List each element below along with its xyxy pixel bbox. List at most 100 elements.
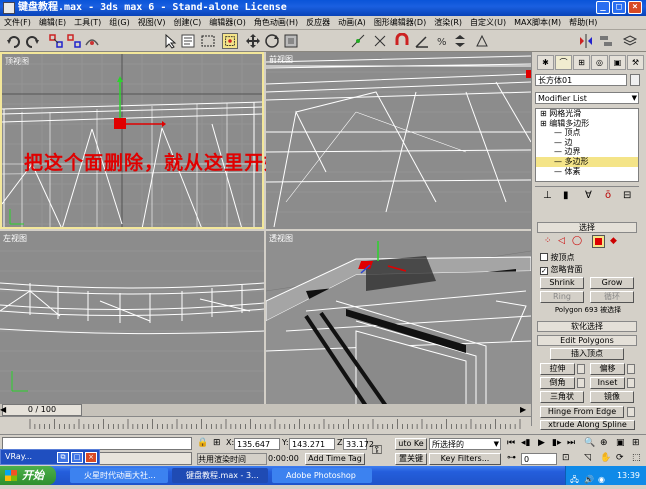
stack-item[interactable]: — 顶点 — [536, 128, 638, 138]
zoom-icon[interactable]: 🔍 — [584, 438, 595, 448]
time-slider-track[interactable]: 0 / 100 ◀ ▶ — [0, 404, 531, 416]
select-object-icon[interactable] — [162, 33, 178, 49]
window-crossing-icon[interactable] — [222, 33, 238, 49]
field-of-view-icon[interactable]: ◹ — [584, 453, 591, 463]
key-filters-button[interactable]: Key Filters... — [429, 453, 501, 465]
y-coord-field[interactable]: 143.271 — [289, 438, 335, 450]
stack-item[interactable]: — 体素 — [536, 167, 638, 177]
by-vertex-row[interactable]: 按顶点 — [540, 252, 575, 263]
selected-filter-dropdown[interactable]: 所选择的 ▼ — [429, 438, 501, 450]
next-frame-arrow-icon[interactable]: ▶ — [520, 405, 526, 414]
menu-item-2[interactable]: 工具(T) — [70, 16, 105, 30]
hinge-from-edge-button[interactable]: Hinge From Edge — [540, 406, 624, 418]
hierarchy-tab[interactable]: ⊞ — [573, 55, 590, 70]
border-mode-icon[interactable]: ◯ — [572, 236, 582, 246]
ignore-backfacing-checkbox[interactable]: ✓ — [540, 267, 548, 275]
menu-item-7[interactable]: 角色动画(H) — [250, 16, 302, 30]
by-vertex-checkbox[interactable] — [540, 253, 548, 261]
soft-selection-rollout-header[interactable]: 软化选择 — [537, 321, 637, 332]
viewport-perspective[interactable]: 透视图 — [266, 231, 531, 406]
vray-maximize-icon[interactable]: □ — [71, 452, 83, 463]
outline-button[interactable]: 偏移 — [590, 363, 625, 375]
pan-icon[interactable]: ✋ — [600, 453, 611, 463]
menu-item-4[interactable]: 视图(V) — [134, 16, 170, 30]
track-bar[interactable] — [0, 416, 531, 434]
selection-rollout-header[interactable]: 选择 — [537, 222, 637, 233]
viewport-left[interactable]: 左视图 — [0, 231, 264, 406]
stack-item[interactable]: ⊞ 编辑多边形 — [536, 119, 638, 129]
object-color-swatch[interactable] — [630, 74, 640, 86]
close-button[interactable]: × — [628, 1, 642, 14]
select-and-move-icon[interactable] — [245, 33, 261, 49]
hinge-settings-button[interactable] — [627, 407, 635, 417]
bevel-settings-button[interactable] — [577, 378, 585, 388]
edit-polygons-rollout-header[interactable]: Edit Polygons — [537, 335, 637, 346]
stack-item[interactable]: — 多边形 — [536, 156, 638, 167]
viewport-front[interactable]: 前视图 — [266, 52, 531, 229]
redo-icon[interactable] — [24, 33, 40, 49]
spinner-snap-icon[interactable] — [452, 33, 468, 49]
menu-item-12[interactable]: 自定义(U) — [466, 16, 510, 30]
menu-item-9[interactable]: 动画(A) — [334, 16, 370, 30]
utilities-tab[interactable]: ⚒ — [627, 55, 644, 70]
menu-item-10[interactable]: 图形编辑器(D) — [370, 16, 430, 30]
mirror-icon[interactable] — [578, 33, 594, 49]
stack-item[interactable]: ⊞ 网格光滑 — [536, 109, 638, 119]
show-end-result-icon[interactable]: ▮ — [563, 190, 569, 201]
zoom-all-icon[interactable]: ⊕ — [600, 438, 608, 448]
absolute-mode-icon[interactable]: ⊞ — [213, 438, 221, 448]
pin-stack-icon[interactable]: ⊥ — [543, 190, 552, 201]
modifier-list-dropdown[interactable]: Modifier List ▼ — [535, 92, 639, 104]
next-frame-icon[interactable]: ▮▸ — [552, 438, 561, 448]
menu-item-14[interactable]: 帮助(H) — [565, 16, 601, 30]
prev-frame-arrow-icon[interactable]: ◀ — [0, 405, 6, 414]
menu-item-3[interactable]: 组(G) — [105, 16, 133, 30]
vertex-mode-icon[interactable]: ⁘ — [544, 236, 552, 246]
extrude-button[interactable]: 拉伸 — [540, 363, 575, 375]
bind-spacewarp-icon[interactable] — [84, 33, 100, 49]
remove-modifier-icon[interactable]: ō — [605, 190, 611, 201]
select-and-rotate-icon[interactable] — [264, 33, 280, 49]
auto-key-button[interactable]: uto Ke — [395, 438, 427, 450]
menu-item-6[interactable]: 编辑器(O) — [205, 16, 250, 30]
pivot-center-icon[interactable] — [350, 33, 366, 49]
create-tab[interactable]: ✱ — [537, 55, 554, 70]
extrude-along-spline-button[interactable]: xtrude Along Spline — [540, 420, 635, 430]
play-icon[interactable]: ▶ — [538, 438, 545, 448]
rectangular-selection-icon[interactable] — [200, 33, 216, 49]
display-tab[interactable]: ▣ — [609, 55, 626, 70]
previous-frame-icon[interactable]: ◂▮ — [521, 438, 530, 448]
shrink-button[interactable]: Shrink — [540, 277, 584, 289]
ignore-backfacing-row[interactable]: ✓ 忽略背面 — [540, 264, 583, 275]
viewport-top[interactable]: 顶视图 — [0, 52, 264, 229]
x-coord-field[interactable]: 135.647 — [234, 438, 280, 450]
maximize-button[interactable]: □ — [612, 1, 626, 14]
layer-manager-icon[interactable] — [622, 33, 638, 49]
configure-sets-icon[interactable]: ⊟ — [623, 190, 631, 201]
select-by-name-icon[interactable] — [180, 33, 196, 49]
select-and-scale-icon[interactable] — [283, 33, 299, 49]
outline-settings-button[interactable] — [627, 364, 635, 374]
stack-item[interactable]: — 边界 — [536, 147, 638, 157]
triangulate-button[interactable]: 三角状 — [540, 391, 584, 403]
menu-item-1[interactable]: 编辑(E) — [35, 16, 70, 30]
network-icon[interactable]: 🖧 — [570, 470, 579, 489]
lock-selection-icon[interactable]: 🔒 — [197, 438, 208, 448]
modifier-stack[interactable]: ⊞ 网格光滑 ⊞ 编辑多边形 — 顶点 — 边 — 边界 — 多边形 — 体素 — [535, 108, 639, 182]
align-icon[interactable] — [598, 33, 614, 49]
motion-tab[interactable]: ◎ — [591, 55, 608, 70]
vray-restore-icon[interactable]: ⧉ — [57, 452, 69, 463]
modify-tab[interactable]: ⌒ — [555, 55, 572, 70]
time-config-icon[interactable]: ⊡ — [562, 453, 570, 463]
menu-item-0[interactable]: 文件(F) — [0, 16, 35, 30]
antivirus-icon[interactable]: ◉ — [598, 470, 605, 489]
element-mode-icon[interactable]: ◆ — [610, 236, 617, 246]
task-button-3[interactable]: Adobe Photoshop — [272, 468, 372, 483]
named-selection-icon[interactable] — [474, 33, 490, 49]
edge-mode-icon[interactable]: ◁ — [558, 236, 565, 246]
select-manipulate-icon[interactable] — [372, 33, 388, 49]
make-unique-icon[interactable]: ∀ — [585, 190, 592, 201]
start-button[interactable]: 开始 — [0, 466, 56, 485]
menu-item-13[interactable]: MAX脚本(M) — [510, 16, 565, 30]
angle-snap-icon[interactable] — [414, 33, 430, 49]
